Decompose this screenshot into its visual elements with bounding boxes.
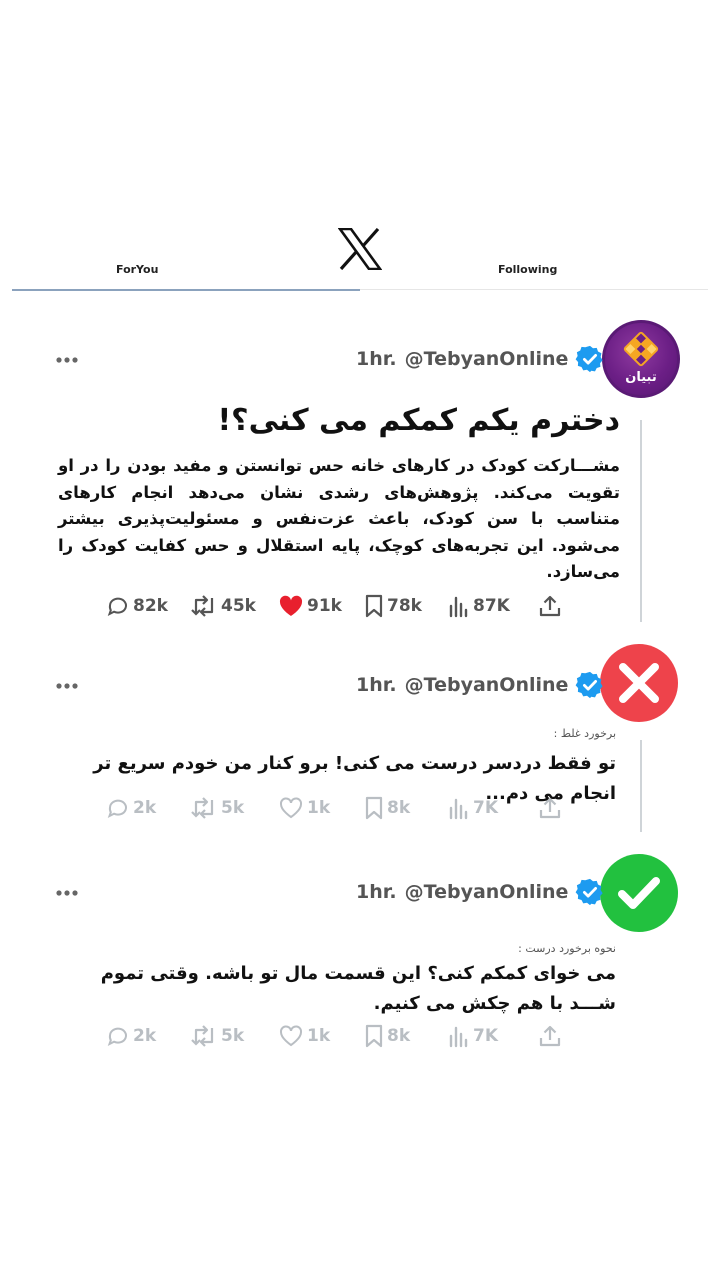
- bookmark-button[interactable]: 8k: [364, 1024, 410, 1048]
- tab-active-indicator: [12, 289, 360, 291]
- like-button[interactable]: 1k: [278, 796, 330, 820]
- svg-text:تبیان: تبیان: [625, 370, 656, 385]
- cross-icon: [619, 663, 659, 703]
- views-chart-icon: [449, 596, 468, 618]
- tweet-time: 1hr.: [356, 881, 397, 903]
- like-count: 91k: [307, 596, 342, 616]
- heart-icon: [279, 797, 303, 819]
- retweet-count: 5k: [221, 798, 245, 818]
- bookmark-icon: [365, 1024, 383, 1048]
- reply-button[interactable]: 2k: [106, 1024, 156, 1048]
- bookmark-button[interactable]: 78k: [364, 594, 422, 618]
- checkmark-icon: [618, 877, 660, 909]
- tweet-actions: 2k 5k 1k 8k 7K: [106, 796, 566, 826]
- verified-badge-icon: [576, 671, 604, 699]
- retweet-count: 45k: [221, 596, 256, 616]
- retweet-icon: [191, 1025, 214, 1047]
- bookmark-count: 8k: [387, 1026, 411, 1046]
- reply-icon: [107, 597, 127, 617]
- tweet-caption: برخورد غلط :: [553, 727, 616, 740]
- retweet-button[interactable]: 5k: [190, 796, 244, 820]
- retweet-button[interactable]: 45k: [190, 594, 256, 618]
- x-logo-icon[interactable]: [338, 228, 382, 270]
- tweet-reply-text: می خوای کمکم کنی؟ این قسمت مال تو باشه. …: [100, 963, 616, 1014]
- tweet-header: 1hr. @TebyanOnline: [356, 877, 605, 907]
- like-button[interactable]: 1k: [278, 1024, 330, 1048]
- views-button[interactable]: 87K: [448, 594, 510, 618]
- avatar[interactable]: تبیان: [602, 320, 680, 398]
- reply-button[interactable]: 2k: [106, 796, 156, 820]
- tweet-actions: 82k 45k 91k 78k 87K: [106, 594, 566, 624]
- views-count: 7K: [473, 1026, 499, 1046]
- like-count: 1k: [307, 798, 331, 818]
- share-icon: [539, 595, 561, 617]
- retweet-count: 5k: [221, 1026, 245, 1046]
- heart-filled-icon: [279, 595, 303, 616]
- tweet-header: 1hr. @TebyanOnline: [356, 344, 605, 374]
- more-options-icon[interactable]: [56, 683, 78, 689]
- share-button[interactable]: [538, 796, 562, 820]
- like-count: 1k: [307, 1026, 331, 1046]
- views-button[interactable]: 7K: [448, 796, 498, 820]
- reply-count: 2k: [133, 1026, 157, 1046]
- avatar-wrong: [600, 644, 678, 722]
- tab-following[interactable]: Following: [498, 263, 557, 276]
- reply-count: 82k: [133, 596, 168, 616]
- bookmark-button[interactable]: 8k: [364, 796, 410, 820]
- avatar-correct: [600, 854, 678, 932]
- bookmark-icon: [365, 796, 383, 820]
- retweet-icon: [191, 595, 214, 617]
- tweet-title: دخترم یکم کمکم می کنی؟!: [217, 403, 620, 438]
- tweet-time: 1hr.: [356, 348, 397, 370]
- tab-for-you[interactable]: ForYou: [116, 263, 158, 276]
- reply-count: 2k: [133, 798, 157, 818]
- tweet-handle[interactable]: @TebyanOnline: [405, 881, 569, 903]
- thread-line: [640, 420, 642, 622]
- share-icon: [539, 1025, 561, 1047]
- retweet-icon: [191, 797, 214, 819]
- views-chart-icon: [449, 1026, 468, 1048]
- tweet-caption: نحوه برخورد درست :: [518, 942, 616, 955]
- tweet-handle[interactable]: @TebyanOnline: [405, 674, 569, 696]
- retweet-button[interactable]: 5k: [190, 1024, 244, 1048]
- thread-line: [640, 740, 642, 832]
- share-button[interactable]: [538, 594, 562, 618]
- tweet-header: 1hr. @TebyanOnline: [356, 670, 605, 700]
- tweet-body: مشـــارکت کودک در کارهای خانه حس توانستن…: [58, 456, 620, 581]
- bookmark-count: 8k: [387, 798, 411, 818]
- more-options-icon[interactable]: [56, 357, 78, 363]
- verified-badge-icon: [576, 345, 604, 373]
- tweet-handle[interactable]: @TebyanOnline: [405, 348, 569, 370]
- views-count: 7K: [473, 798, 499, 818]
- views-button[interactable]: 7K: [448, 1024, 498, 1048]
- reply-button[interactable]: 82k: [106, 594, 168, 618]
- heart-icon: [279, 1025, 303, 1047]
- tweet-time: 1hr.: [356, 674, 397, 696]
- views-chart-icon: [449, 798, 468, 820]
- share-icon: [539, 797, 561, 819]
- reply-icon: [107, 799, 127, 819]
- bookmark-count: 78k: [387, 596, 422, 616]
- reply-icon: [107, 1027, 127, 1047]
- views-count: 87K: [473, 596, 510, 616]
- tebyan-logo-icon: تبیان: [623, 331, 659, 385]
- bookmark-icon: [365, 594, 383, 618]
- like-button[interactable]: 91k: [278, 594, 342, 618]
- more-options-icon[interactable]: [56, 890, 78, 896]
- share-button[interactable]: [538, 1024, 562, 1048]
- tweet-actions: 2k 5k 1k 8k 7K: [106, 1024, 566, 1054]
- verified-badge-icon: [576, 878, 604, 906]
